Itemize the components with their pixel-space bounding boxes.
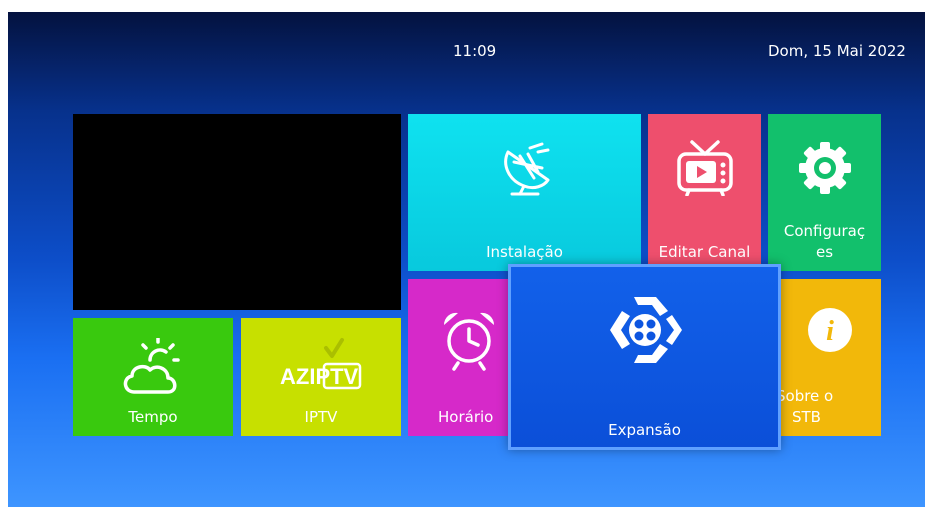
tile-label: Configuraç es	[768, 221, 881, 263]
tile-instalacao[interactable]: Instalação	[408, 114, 641, 271]
alarm-clock-icon	[443, 312, 495, 371]
tile-editar-canal[interactable]: Editar Canal	[648, 114, 761, 271]
tile-label-line-2: es	[815, 243, 834, 261]
tile-label: Editar Canal	[658, 243, 751, 261]
tile-configuracoes[interactable]: Configuraç es	[768, 114, 881, 271]
gear-icon	[798, 142, 851, 194]
tv-screen: 11:09 Dom, 15 Mai 2022 Instalação Editar…	[8, 12, 925, 507]
svg-text:i: i	[826, 316, 834, 347]
weather-icon	[123, 338, 180, 394]
expansion-icon	[609, 297, 682, 363]
tile-label: IPTV	[304, 408, 338, 426]
tile-sobre-stb[interactable]: i Sobre o STB	[768, 279, 881, 436]
tile-label: Tempo	[128, 408, 178, 426]
clock: 11:09	[453, 42, 497, 60]
tv-icon	[676, 140, 733, 196]
tile-label-line-2: STB	[792, 408, 821, 426]
satellite-dish-icon	[503, 142, 549, 196]
tile-label: Expansão	[608, 421, 681, 439]
aziptv-logo-text: AZIPTV	[280, 364, 359, 389]
tile-tempo[interactable]: Tempo	[73, 318, 233, 436]
tile-label-line-1: Configuraç	[783, 222, 866, 240]
tile-iptv[interactable]: AZIPTV IPTV	[241, 318, 401, 436]
tile-label: Instalação	[486, 243, 563, 261]
aziptv-logo: AZIPTV	[280, 338, 362, 390]
tile-expansao-selected[interactable]: Expansão	[508, 264, 781, 450]
tile-label: Horário	[438, 408, 494, 426]
tile-label-line-1: Sobre o	[776, 387, 834, 405]
date: Dom, 15 Mai 2022	[768, 42, 906, 60]
video-preview	[73, 114, 401, 310]
tile-label: Sobre o STB	[776, 386, 846, 428]
tile-horario[interactable]: Horário	[408, 279, 518, 436]
info-icon: i	[808, 308, 852, 352]
